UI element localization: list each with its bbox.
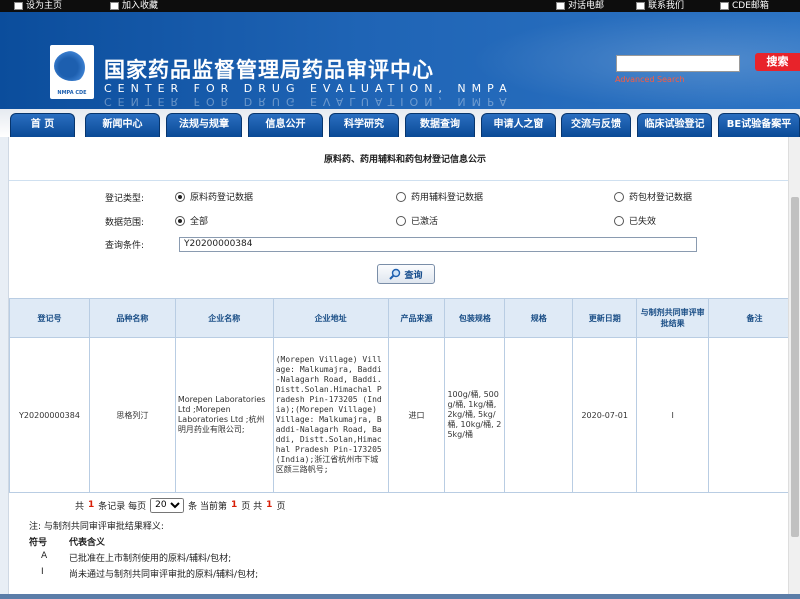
chat-email-link[interactable]: 对话电邮 [556,0,604,12]
nav-tab-data-query[interactable]: 数据查询 [405,113,475,137]
col-remark: 备注 [708,298,800,338]
contact-us-link[interactable]: 联系我们 [636,0,684,12]
col-date: 更新日期 [572,298,638,338]
cell-address: (Morepen Village) Village: Malkumajra, B… [272,337,389,493]
nav-tab-feedback[interactable]: 交流与反馈 [561,113,631,137]
nav-tab-research[interactable]: 科学研究 [329,113,399,137]
radio-icon [396,191,406,202]
radio-type-api[interactable]: 原料药登记数据 [175,190,253,203]
logo-emblem-icon [54,51,90,81]
nav-tab-disclosure[interactable]: 信息公开 [248,113,323,137]
search-form: 登记类型: 原料药登记数据 药用辅料登记数据 药包材登记数据 数据范围: 全部 … [9,180,800,298]
star-icon [110,2,119,10]
radio-scope-active[interactable]: 已激活 [396,214,438,227]
col-result: 与制剂共同审评审批结果 [636,298,710,338]
radio-selected-icon [175,215,185,226]
radio-icon [614,215,624,226]
col-spec: 规格 [504,298,574,338]
legend-row-a: A 已批准在上市制剂使用的原料/辅料/包材; [41,551,232,564]
col-name: 品种名称 [88,298,176,338]
cell-date: 2020-07-01 [572,337,638,493]
top-bar: 设为主页 加入收藏 对话电邮 联系我们 CDE邮箱 [0,0,800,12]
query-input[interactable]: Y20200000384 [179,237,697,252]
col-source: 产品来源 [387,298,446,338]
radio-type-excipient[interactable]: 药用辅料登记数据 [396,190,483,203]
add-favorite-link[interactable]: 加入收藏 [110,0,158,12]
table-header-row: 登记号 品种名称 企业名称 企业地址 产品来源 包装规格 规格 更新日期 与制剂… [9,298,800,338]
page-size-select[interactable]: 20 [150,497,185,513]
nav-tab-clinical-trial[interactable]: 临床试验登记 [637,113,712,137]
col-company: 企业名称 [174,298,274,338]
page-title: 原料药、药用辅料和药包材登记信息公示 [323,155,486,165]
cell-remark [708,337,800,493]
site-search-button[interactable]: 搜索 [755,53,800,71]
col-packaging: 包装规格 [444,298,506,338]
main-nav: 首 页 新闻中心 法规与规章 信息公开 科学研究 数据查询 申请人之窗 交流与反… [0,109,800,137]
scrollbar-thumb[interactable] [791,197,799,537]
cell-source: 进口 [387,337,446,493]
nav-tab-applicant[interactable]: 申请人之窗 [481,113,556,137]
results-table: 登记号 品种名称 企业名称 企业地址 产品来源 包装规格 规格 更新日期 与制剂… [9,298,800,493]
site-title-en: CENTER FOR DRUG EVALUATION, NMPA [104,82,513,95]
table-row: Y20200000384 思格列汀 Morepen Laboratories L… [9,337,800,493]
cell-company: Morepen Laboratories Ltd ;Morepen Labora… [174,337,274,493]
query-button[interactable]: 查询 [377,264,435,284]
site-title-reflection: CENTER FOR DRUG EVALUATION, NMPA [104,95,513,108]
nav-tab-regulations[interactable]: 法规与规章 [166,113,242,137]
pagination: 共 1 条记录 每页 20 条 当前第 1 页 共 1 页 [9,494,800,516]
legend-header: 符号 代表含义 [29,538,106,548]
main-content: 原料药、药用辅料和药包材登记信息公示 登记类型: 原料药登记数据 药用辅料登记数… [8,137,800,599]
radio-type-packaging[interactable]: 药包材登记数据 [614,190,692,203]
total-pages: 1 [266,500,273,510]
cell-spec [504,337,574,493]
set-homepage-link[interactable]: 设为主页 [14,0,62,12]
radio-selected-icon [175,191,185,202]
advanced-search-link[interactable]: Advanced Search [615,75,685,84]
nav-tab-be-trial[interactable]: BE试验备案平 [718,113,800,137]
home-icon [14,2,23,10]
nav-tab-news[interactable]: 新闻中心 [85,113,160,137]
contact-icon [636,2,645,10]
legend-row-i: I 尚未通过与制剂共同审评审批的原料/辅料/包材; [41,567,259,580]
cell-result: I [636,337,710,493]
cde-mail-link[interactable]: CDE邮箱 [720,0,769,12]
magnifier-icon [389,268,401,280]
envelope-icon [720,2,729,10]
site-header: NMPA CDE 国家药品监督管理局药品审评中心 CENTER FOR DRUG… [0,12,800,109]
mail-icon [556,2,565,10]
site-title-cn: 国家药品监督管理局药品审评中心 [104,58,434,82]
radio-scope-expired[interactable]: 已失效 [614,214,656,227]
cell-packaging: 100g/桶, 500g/桶, 1kg/桶, 2kg/桶, 5kg/桶, 10k… [444,337,506,493]
col-reg-no: 登记号 [9,298,90,338]
nav-tab-home[interactable]: 首 页 [10,113,75,137]
current-page: 1 [231,500,238,510]
total-count: 1 [88,500,95,510]
nmpa-logo[interactable]: NMPA CDE [50,45,94,99]
scope-label: 数据范围: [105,218,145,228]
cell-reg-no: Y20200000384 [9,337,90,493]
col-address: 企业地址 [272,298,389,338]
type-label: 登记类型: [105,194,145,204]
site-search-input[interactable] [616,55,740,72]
result-note: 注: 与制剂共同审评审批结果释义: [29,522,164,532]
radio-icon [396,215,406,226]
radio-scope-all[interactable]: 全部 [175,214,208,227]
radio-icon [614,191,624,202]
page-scrollbar[interactable] [788,137,800,599]
bottom-border [0,594,800,599]
cell-name: 思格列汀 [88,337,176,493]
query-label: 查询条件: [105,241,145,251]
